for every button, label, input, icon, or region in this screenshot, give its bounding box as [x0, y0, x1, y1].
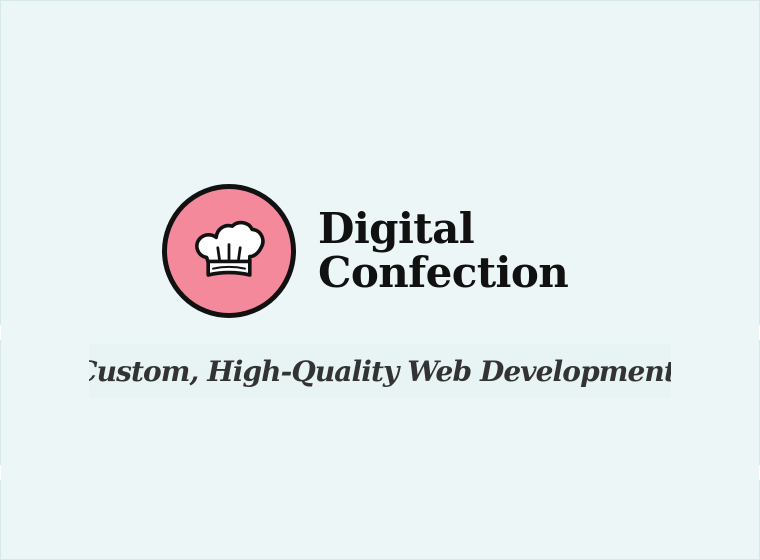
brand-name: Digital Confection — [318, 204, 569, 297]
logo-badge — [162, 184, 296, 318]
tagline-text: Custom, High-Quality Web Development. — [89, 354, 671, 388]
edge-seam — [0, 325, 1, 340]
chef-hat-icon — [195, 220, 265, 277]
edge-seam — [0, 465, 1, 480]
tagline-banner: Custom, High-Quality Web Development. — [89, 344, 671, 398]
brand-lockup: Digital Confection — [162, 181, 569, 321]
brand-name-line-1: Digital — [318, 204, 475, 253]
brand-name-line-2: Confection — [318, 248, 569, 297]
